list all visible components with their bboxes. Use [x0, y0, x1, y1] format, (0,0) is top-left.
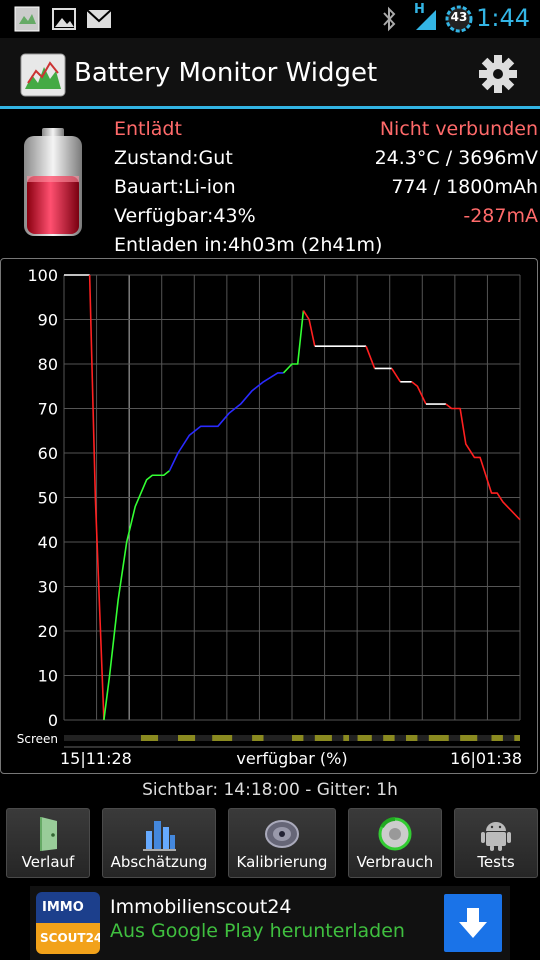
- image-icon: [52, 8, 76, 30]
- screen-on-segment: [428, 735, 449, 741]
- available-percent: Verfügbar:43%: [114, 205, 256, 227]
- y-tick-label: 50: [38, 489, 58, 508]
- app-title: Battery Monitor Widget: [74, 58, 378, 88]
- screen-on-segment: [343, 735, 349, 741]
- screen-on-segment: [212, 735, 233, 741]
- discharge-status: Entlädt: [114, 118, 182, 140]
- screen-on-segment: [140, 735, 159, 741]
- gear-icon[interactable]: [476, 52, 520, 96]
- y-tick-label: 100: [27, 266, 58, 285]
- x-label-start: 15|11:28: [60, 749, 132, 768]
- action-bar-divider: [0, 106, 540, 109]
- battery-level: 43: [450, 10, 468, 24]
- estimation-button[interactable]: Abschätzung: [102, 808, 216, 878]
- signal-icon: [416, 10, 436, 30]
- y-tick-label: 20: [38, 622, 58, 641]
- x-label-end: 16|01:38: [450, 749, 522, 768]
- history-button[interactable]: Verlauf: [6, 808, 90, 878]
- screen-on-segment: [357, 735, 372, 741]
- android-icon: [481, 822, 511, 851]
- y-tick-label: 60: [38, 444, 58, 463]
- screen-on-segment: [514, 735, 520, 741]
- y-tick-label: 80: [38, 355, 58, 374]
- screen-on-segment: [252, 735, 264, 741]
- city-chart-icon: [143, 821, 176, 851]
- battery-graphic-icon: [24, 128, 82, 236]
- screen-on-segment: [314, 735, 332, 741]
- y-tick-label: 40: [38, 533, 58, 552]
- battery-history-chart[interactable]: 1009080706050403020100Screen15|11:28 verf…: [0, 258, 540, 774]
- app-notification-icon: [14, 6, 40, 32]
- x-axis-title: verfügbar (%): [236, 749, 347, 768]
- screen-on-segment: [406, 735, 418, 741]
- calibration-button-label: Kalibrierung: [236, 853, 328, 871]
- y-tick-label: 30: [38, 578, 58, 597]
- battery-type: Bauart:Li-ion: [114, 176, 236, 198]
- ad-download-button[interactable]: [444, 894, 502, 952]
- ad-title: Immobilienscout24: [110, 896, 292, 918]
- tests-button-label: Tests: [477, 853, 515, 871]
- screen-strip-label: Screen: [17, 732, 58, 746]
- ad-subtitle: Aus Google Play herunterladen: [110, 920, 405, 942]
- ad-logo-text-bottom: SCOUT24: [36, 923, 100, 954]
- history-button-label: Verlauf: [21, 853, 75, 871]
- calibration-button[interactable]: Kalibrierung: [228, 808, 336, 878]
- screen-on-segment: [491, 735, 503, 741]
- battery-condition: Zustand:Gut: [114, 147, 233, 169]
- consumption-button[interactable]: Verbrauch: [348, 808, 442, 878]
- discharge-time: Entladen in:4h03m (2h41m): [114, 234, 383, 256]
- temp-voltage: 24.3°C / 3696mV: [374, 147, 538, 169]
- screen-on-segment: [460, 735, 478, 741]
- y-tick-label: 10: [38, 667, 58, 686]
- recycle-disc-icon: [378, 817, 412, 851]
- tests-button[interactable]: Tests: [454, 808, 538, 878]
- screen-on-segment: [292, 735, 304, 741]
- y-tick-label: 70: [38, 400, 58, 419]
- connection-status: Nicht verbunden: [379, 118, 538, 140]
- compass-icon: [265, 820, 299, 848]
- y-tick-label: 90: [38, 311, 58, 330]
- download-arrow-icon: [459, 908, 487, 938]
- battery-capacity: 774 / 1800mAh: [391, 176, 538, 198]
- bluetooth-icon: [383, 6, 396, 32]
- screen-on-segment: [178, 735, 196, 741]
- estimation-button-label: Abschätzung: [110, 853, 208, 871]
- status-bar: H 43 1:44: [0, 0, 540, 38]
- y-tick-label: 0: [48, 711, 58, 730]
- ad-logo[interactable]: IMMO SCOUT24: [36, 892, 100, 954]
- screen-on-segment: [383, 735, 395, 741]
- clock: 1:44: [476, 4, 530, 32]
- app-logo-icon[interactable]: [20, 53, 66, 97]
- ad-logo-text-top: IMMO: [36, 892, 100, 923]
- door-icon: [40, 817, 57, 851]
- consumption-button-label: Verbrauch: [356, 853, 434, 871]
- battery-current: -287mA: [463, 205, 538, 227]
- visible-range-info: Sichtbar: 14:18:00 - Gitter: 1h: [142, 780, 398, 800]
- mail-icon: [86, 9, 112, 28]
